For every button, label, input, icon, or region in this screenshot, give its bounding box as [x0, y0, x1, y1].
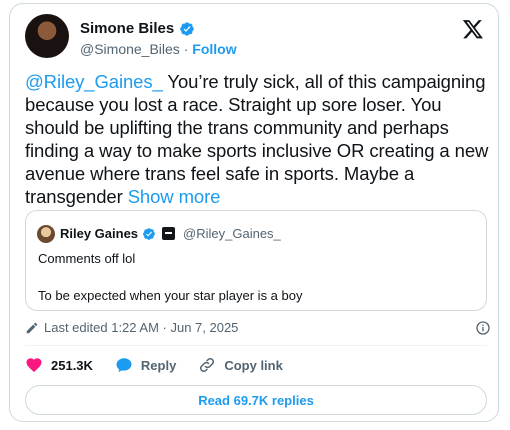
reply-bubble-icon [116, 358, 132, 373]
quote-avatar[interactable] [37, 225, 55, 243]
verified-badge-icon [180, 21, 195, 36]
quote-author-handle: @Riley_Gaines_ [183, 226, 281, 241]
info-icon[interactable] [475, 320, 491, 336]
copy-link-label: Copy link [224, 357, 283, 373]
like-button[interactable]: 251.3K [25, 356, 93, 374]
tweet-text: @Riley_Gaines_ You’re truly sick, all of… [25, 70, 491, 208]
reply-button[interactable]: Reply [115, 356, 176, 374]
heart-icon [26, 358, 42, 373]
quote-name-row: Riley Gaines @Riley_Gaines_ [60, 226, 281, 241]
show-more-link[interactable]: Show more [128, 186, 221, 207]
quote-author-name: Riley Gaines [60, 226, 139, 241]
action-bar: 251.3K Reply Copy link [25, 356, 305, 374]
author-avatar[interactable] [25, 14, 69, 58]
follow-button[interactable]: Follow [192, 41, 236, 57]
author-name-row: Simone Biles [80, 20, 195, 37]
reply-label: Reply [140, 357, 177, 373]
affiliate-badge-icon [162, 227, 176, 240]
x-logo-icon[interactable] [462, 18, 484, 40]
quote-text-line-2: To be expected when your star player is … [38, 288, 303, 303]
last-edited-text[interactable]: Last edited 1:22 AM · Jun 7, 2025 [44, 320, 238, 335]
mention-link[interactable]: @Riley_Gaines_ [25, 71, 163, 92]
pencil-icon [26, 322, 38, 333]
read-replies-button[interactable]: Read 69.7K replies [25, 385, 487, 415]
verified-badge-icon [143, 227, 156, 240]
author-handle[interactable]: @Simone_Biles [80, 41, 180, 57]
edit-timestamp-row: Last edited 1:22 AM · Jun 7, 2025 [25, 320, 491, 335]
separator-dot: · [183, 41, 189, 57]
author-handle-row: @Simone_Biles · Follow [80, 41, 237, 57]
link-icon [200, 357, 215, 373]
author-name[interactable]: Simone Biles [80, 20, 174, 37]
divider [25, 345, 487, 346]
quoted-tweet[interactable]: Riley Gaines @Riley_Gaines_ Comments off… [25, 210, 487, 311]
like-count: 251.3K [51, 357, 93, 373]
copy-link-button[interactable]: Copy link [198, 356, 283, 374]
quote-text-line-1: Comments off lol [38, 251, 136, 266]
tweet-card: Simone Biles @Simone_Biles · Follow @Ril… [9, 3, 499, 422]
